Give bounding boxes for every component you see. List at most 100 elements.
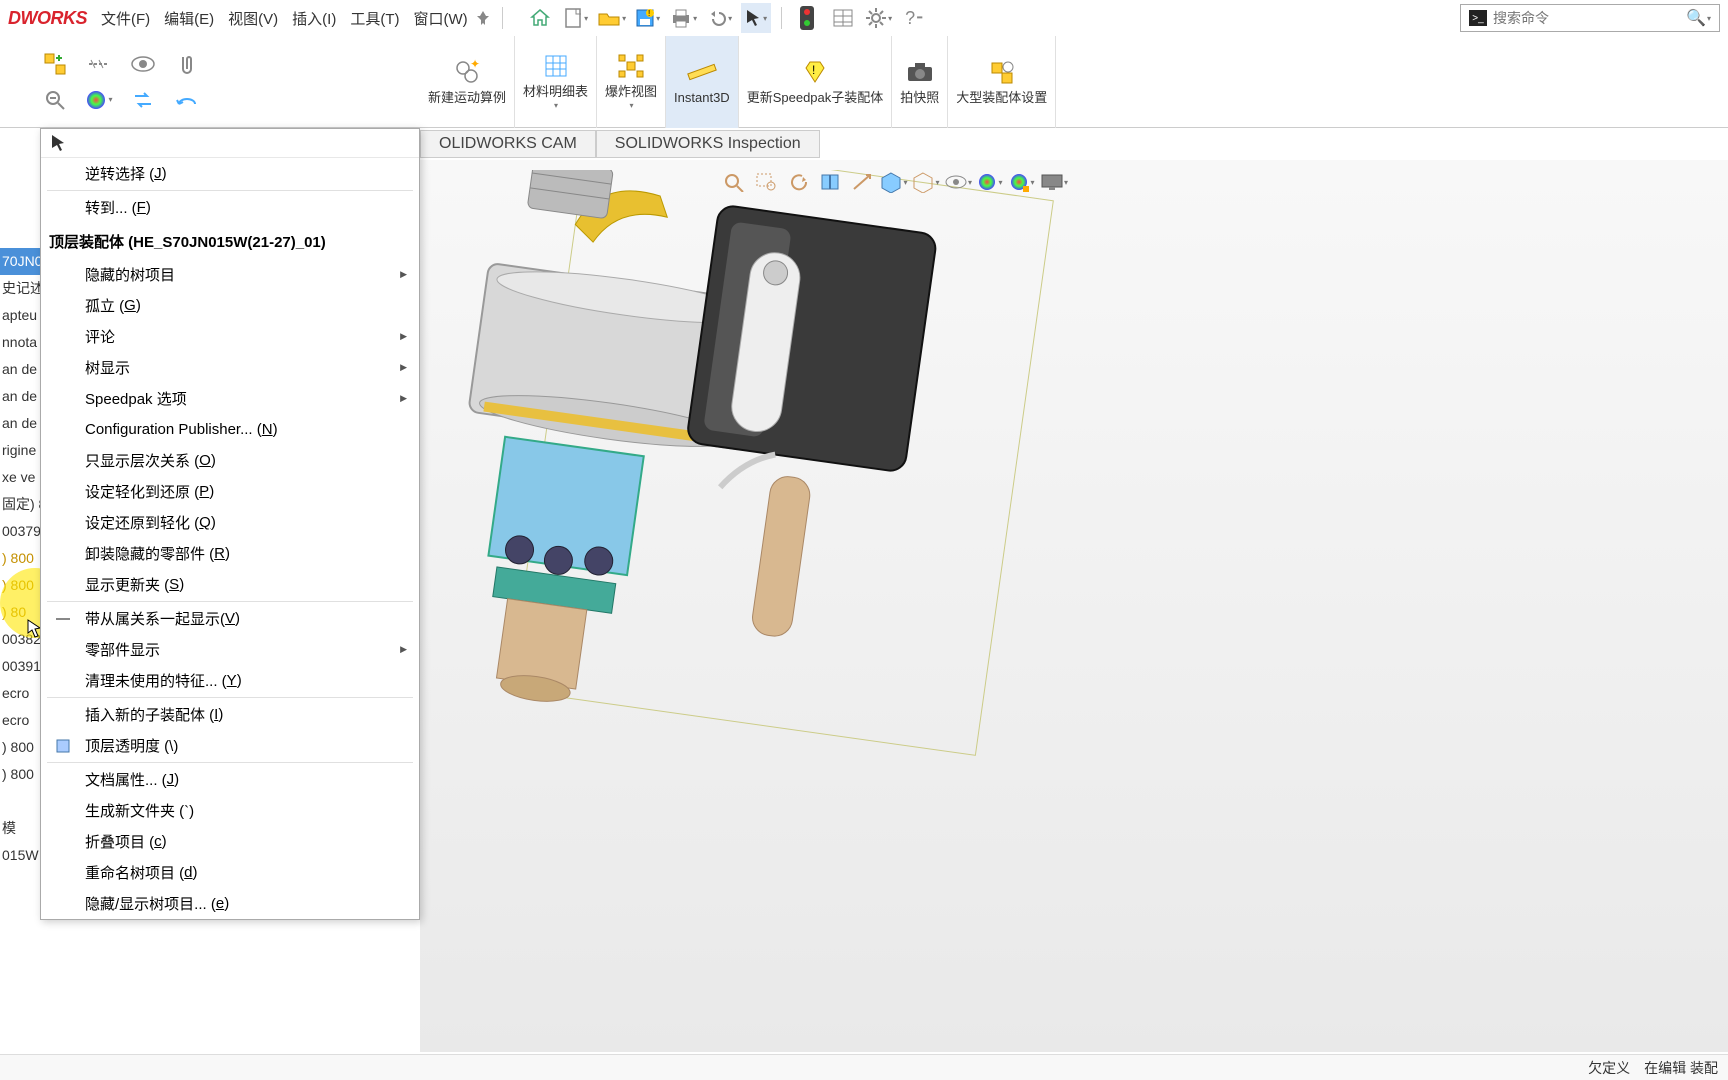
apply-scene-icon[interactable]: ▾ [1008,170,1036,194]
view-orientation-icon[interactable]: ▾ [880,170,908,194]
ctx-unload-hidden[interactable]: 卸装隐藏的零部件 (R) [41,538,419,569]
menu-file[interactable]: 文件(F) [101,8,150,29]
tree-item[interactable]: ecro [0,680,40,707]
exploded-view-button[interactable]: 爆炸视图▾ [597,36,666,128]
ctx-hidden-tree-items[interactable]: 隐藏的树项目▶ [41,259,419,290]
menu-window[interactable]: 窗口(W) [413,8,467,29]
tree-item[interactable]: an de [0,383,40,410]
hide-show-icon[interactable]: ▾ [944,170,972,194]
tree-item[interactable]: ) 800 [0,761,40,788]
menu-tools[interactable]: 工具(T) [350,8,399,29]
tree-item[interactable]: xe ve [0,464,40,491]
new-icon[interactable]: ▾ [561,3,591,33]
tree-item[interactable]: 固定) 8 [0,491,40,518]
new-motion-study-button[interactable]: ✦新建运动算例 [420,36,515,128]
update-speedpak-button[interactable]: !更新Speedpak子装配体 [739,36,893,128]
ctx-goto[interactable]: 转到... (F) [41,192,419,223]
dynamic-zoom-icon[interactable] [848,170,876,194]
ctx-hierarchy-only[interactable]: 只显示层次关系 (O) [41,445,419,476]
prev-view-icon[interactable] [784,170,812,194]
tree-item[interactable]: rigine [0,437,40,464]
tab-cam[interactable]: OLIDWORKS CAM [420,130,596,158]
ctx-insert-subassembly[interactable]: 插入新的子装配体 (I) [41,699,419,730]
parts-icon[interactable] [40,49,70,79]
tree-item[interactable]: ) 800 [0,734,40,761]
tree-item[interactable]: 史记述 [0,275,40,302]
swap-icon[interactable] [128,85,158,115]
tree-item[interactable]: 70JN0 [0,248,40,275]
open-icon[interactable]: ▾ [597,3,627,33]
ctx-set-resolved[interactable]: 设定还原到轻化 (Q) [41,507,419,538]
search-input[interactable] [1493,10,1686,26]
ctx-set-lightweight[interactable]: 设定轻化到还原 (P) [41,476,419,507]
tree-item[interactable]: 00391 [0,653,40,680]
ctx-hide-show-tree[interactable]: 隐藏/显示树项目... (e) [41,888,419,919]
ctx-tree-display[interactable]: 树显示▶ [41,352,419,383]
zoom-fit-icon[interactable] [720,170,748,194]
ctx-collapse[interactable]: 折叠项目 (c) [41,826,419,857]
traffic-icon[interactable] [792,3,822,33]
tab-inspection[interactable]: SOLIDWORKS Inspection [596,130,820,158]
ctx-component-display[interactable]: 零部件显示▶ [41,634,419,665]
gear-icon[interactable]: ▾ [864,3,894,33]
edit-appearance-icon[interactable]: ▾ [976,170,1004,194]
ctx-config-publisher[interactable]: Configuration Publisher... (N) [41,414,419,445]
instant3d-button[interactable]: Instant3D [666,36,739,128]
tree-item[interactable]: 00379 [0,518,40,545]
panel-icon[interactable] [828,3,858,33]
line-icon [53,609,73,629]
ctx-top-transparency[interactable]: 顶层透明度 (\) [41,730,419,761]
graphics-viewport[interactable]: ▾ ▾ ▾ ▾ ▾ ▾ [420,160,1728,1052]
ctx-clean-unused[interactable]: 清理未使用的特征... (Y) [41,665,419,696]
ctx-speedpak-options[interactable]: Speedpak 选项▶ [41,383,419,414]
tree-item[interactable]: ecro [0,707,40,734]
print-icon[interactable]: ▾ [669,3,699,33]
view-settings-icon[interactable]: ▾ [1040,170,1068,194]
tree-item[interactable]: an de [0,410,40,437]
ctx-doc-properties[interactable]: 文档属性... (J) [41,764,419,795]
zoom-out-icon[interactable] [40,85,70,115]
status-underdefined: 欠定义 [1588,1058,1630,1078]
home-icon[interactable] [525,3,555,33]
tree-item[interactable]: nnota [0,329,40,356]
hidden-line-icon[interactable] [84,49,114,79]
ctx-show-with-dependents[interactable]: 带从属关系一起显示(V) [41,603,419,634]
menu-edit[interactable]: 编辑(E) [164,8,214,29]
tree-item[interactable]: 模 [0,815,40,842]
save-icon[interactable]: !▾ [633,3,663,33]
search-icon[interactable]: 🔍 [1686,8,1706,28]
ctx-new-folder[interactable]: 生成新文件夹 (`) [41,795,419,826]
section-view-icon[interactable] [816,170,844,194]
ctx-isolate[interactable]: 孤立 (G) [41,290,419,321]
eye-icon[interactable] [128,49,158,79]
menu-insert[interactable]: 插入(I) [292,8,336,29]
undo-icon[interactable]: ▾ [705,3,735,33]
pin-icon[interactable] [468,3,498,33]
tree-item[interactable]: apteu [0,302,40,329]
context-menu[interactable]: 逆转选择 (J) 转到... (F) 顶层装配体 (HE_S70JN015W(2… [40,128,420,920]
zoom-area-icon[interactable] [752,170,780,194]
tree-item[interactable] [0,788,40,815]
svg-text:!: ! [648,9,650,18]
large-assembly-button[interactable]: 大型装配体设置 [948,36,1056,128]
rotate-icon[interactable] [172,85,202,115]
display-style-icon[interactable]: ▾ [912,170,940,194]
svg-text:!: ! [812,63,815,77]
tree-item[interactable]: 015W [0,842,40,869]
help-icon[interactable]: ?⁃ [900,3,930,33]
ctx-rename[interactable]: 重命名树项目 (d) [41,857,419,888]
command-search[interactable]: >_ 🔍 ▾ [1460,4,1720,32]
ctx-invert-selection[interactable]: 逆转选择 (J) [41,158,419,189]
ctx-header: 顶层装配体 (HE_S70JN015W(21-27)_01) [41,223,419,259]
command-icon: >_ [1469,10,1487,26]
ctx-comment[interactable]: 评论▶ [41,321,419,352]
bom-button[interactable]: 材料明细表▾ [515,36,597,128]
menu-view[interactable]: 视图(V) [228,8,278,29]
tree-item[interactable]: an de [0,356,40,383]
snapshot-button[interactable]: 拍快照 [892,36,948,128]
select-icon[interactable]: ▾ [741,3,771,33]
select-cursor-icon[interactable] [49,133,67,153]
ctx-show-update-holder[interactable]: 显示更新夹 (S) [41,569,419,600]
appearance-icon[interactable]: ▾ [84,85,114,115]
clip-icon[interactable] [172,49,202,79]
